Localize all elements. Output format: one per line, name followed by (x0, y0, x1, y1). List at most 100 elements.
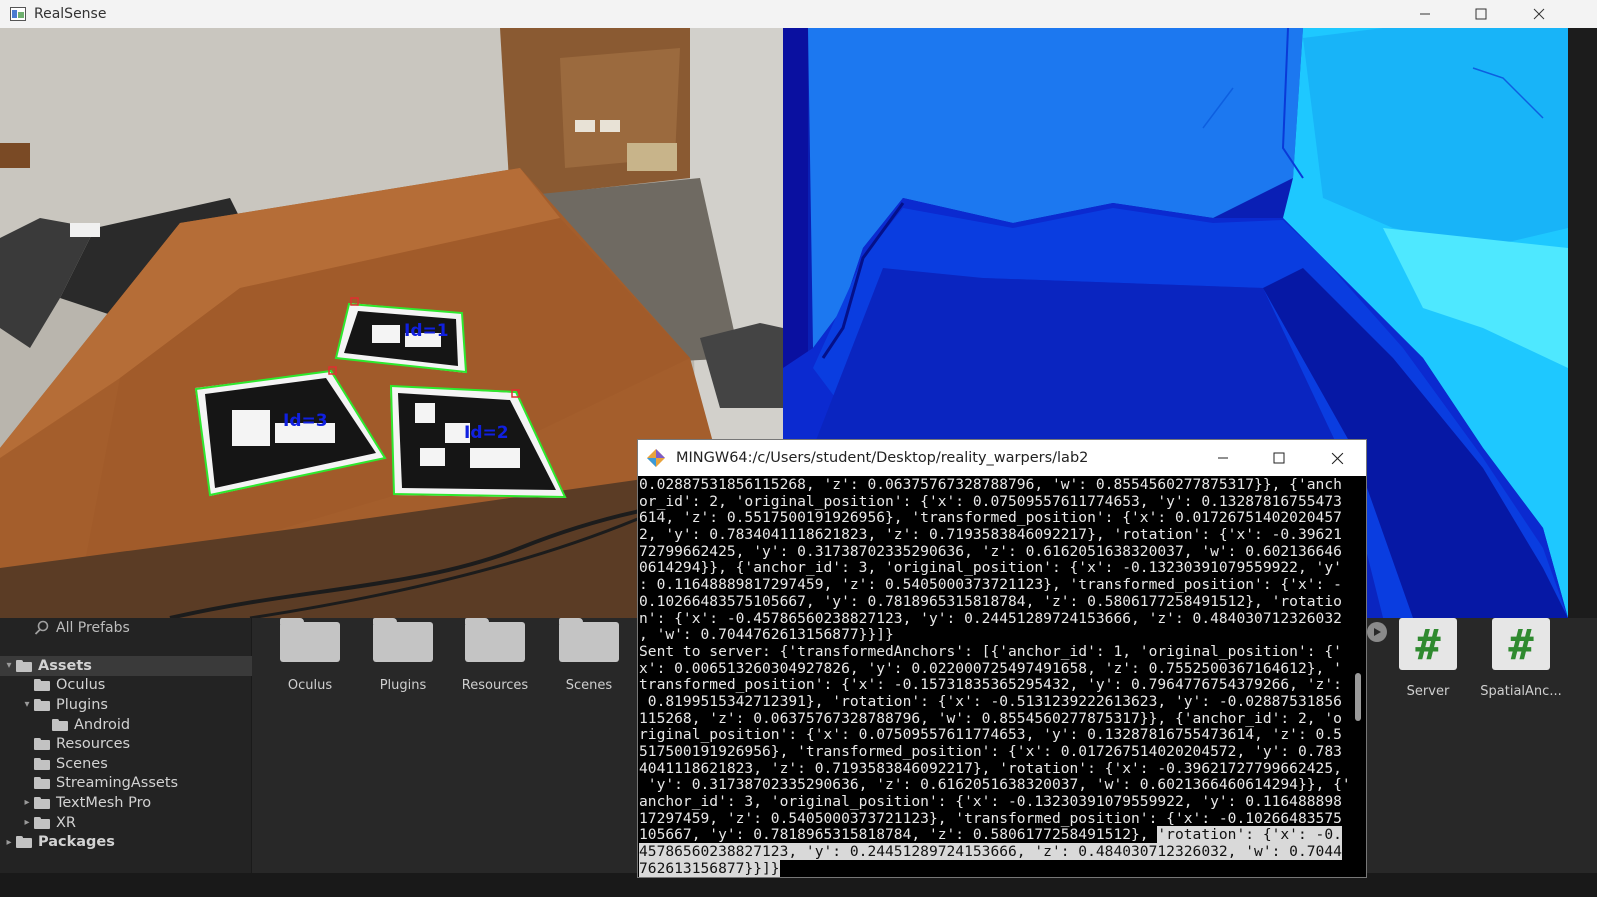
terminal-line: 'y': 0.31738702335290636, 'z': 0.6162051… (639, 777, 1347, 794)
tree-item-xr[interactable]: ▸ XR (0, 813, 252, 833)
terminal-line-text: 614, 'z': 0.5517500191926956}, 'transfor… (639, 509, 1342, 527)
terminal-title: MINGW64:/c/Users/student/Desktop/reality… (676, 450, 1089, 466)
expand-arrow-icon[interactable]: ▸ (20, 797, 34, 808)
expand-arrow-icon[interactable]: ▾ (20, 699, 34, 710)
terminal-line-text: : 0.11648889817297459, 'z': 0.5405000373… (639, 576, 1342, 594)
csharp-script-icon: # (1492, 618, 1550, 670)
folder-tree: ▾ Assets Oculus ▾ Plugins Android Resources Sce… (0, 656, 252, 852)
close-icon (1331, 452, 1343, 464)
terminal-line: 105667, 'y': 0.7818965315818784, 'z': 0.… (639, 826, 1347, 844)
window-title: RealSense (34, 6, 107, 22)
marker-label-2: Id=2 (464, 423, 509, 443)
terminal-window[interactable]: MINGW64:/c/Users/student/Desktop/reality… (637, 439, 1367, 878)
terminal-line-text: , 'w': 0.7044762613156877}}]} (639, 626, 894, 644)
tree-item-textmesh-pro[interactable]: ▸ TextMesh Pro (0, 793, 252, 813)
asset-script-spatialanc[interactable]: # SpatialAnc... (1476, 618, 1566, 699)
minimize-icon (1420, 13, 1430, 15)
terminal-minimize-button[interactable] (1200, 440, 1246, 476)
maximize-icon (1475, 8, 1487, 20)
asset-folder-oculus[interactable]: Oculus (265, 618, 355, 693)
asset-script-server[interactable]: # Server (1383, 618, 1473, 699)
tree-item-streamingassets[interactable]: StreamingAssets (0, 774, 252, 794)
selected-text[interactable]: 762613156877}}]} (639, 859, 780, 877)
asset-folder-scenes[interactable]: Scenes (544, 618, 634, 693)
tree-item-scenes[interactable]: Scenes (0, 754, 252, 774)
tree-item-android[interactable]: Android (0, 715, 252, 735)
tree-item-plugins[interactable]: ▾ Plugins (0, 695, 252, 715)
terminal-line: 0.10266483575105667, 'y': 0.781896531581… (639, 592, 1347, 611)
all-prefabs-item[interactable]: All Prefabs (34, 620, 130, 636)
terminal-line: 115268, 'z': 0.06375767328788796, 'w': 0… (639, 709, 1347, 728)
folder-icon (34, 738, 50, 751)
tree-item-label: XR (56, 814, 77, 831)
terminal-line-text: 2, 'y': 0.7834041118621823, 'z': 0.71935… (639, 526, 1342, 544)
folder-icon (373, 618, 433, 662)
terminal-line: 45786560238827123, 'y': 0.24451289724153… (639, 843, 1347, 861)
expand-arrow-icon[interactable]: ▸ (2, 837, 16, 848)
terminal-line-text: 517500191926956}, 'transformed_position'… (639, 743, 1342, 760)
terminal-line: 17297459, 'z': 0.5405000373721123}, 'tra… (639, 810, 1347, 828)
expand-arrow-icon[interactable]: ▾ (2, 660, 16, 671)
maximize-icon (1273, 452, 1285, 464)
folder-icon (52, 718, 68, 731)
tree-item-label: Plugins (56, 696, 108, 713)
selected-text[interactable]: 'rotation': {'x': -0. (1157, 826, 1342, 844)
terminal-line-text: 0.02887531856115268, 'z': 0.063757673287… (639, 477, 1342, 493)
folder-icon (559, 618, 619, 662)
tree-item-oculus[interactable]: Oculus (0, 676, 252, 696)
asset-folder-plugins[interactable]: Plugins (358, 618, 448, 693)
minimize-icon (1218, 457, 1228, 459)
terminal-line-text: n': {'x': -0.45786560238827123, 'y': 0.2… (639, 609, 1342, 627)
asset-folder-resources[interactable]: Resources (450, 618, 540, 693)
tree-item-label: Android (74, 716, 131, 733)
minimize-button[interactable] (1402, 0, 1448, 28)
terminal-line: n': {'x': -0.45786560238827123, 'y': 0.2… (639, 609, 1347, 628)
terminal-line-text: 0.10266483575105667, 'y': 0.781896531581… (639, 592, 1342, 610)
selected-text[interactable]: 45786560238827123, 'y': 0.24451289724153… (639, 843, 1342, 861)
tree-item-label: TextMesh Pro (56, 794, 152, 811)
folder-icon (280, 618, 340, 662)
terminal-line: , 'w': 0.7044762613156877}}]} (639, 626, 1347, 644)
expand-arrow-icon[interactable]: ▸ (20, 817, 34, 828)
all-prefabs-label: All Prefabs (56, 620, 130, 636)
terminal-line: 2, 'y': 0.7834041118621823, 'z': 0.71935… (639, 526, 1347, 544)
terminal-line: 4041118621823, 'z': 0.7193583846092217},… (639, 760, 1347, 778)
terminal-output[interactable]: 0.02887531856115268, 'z': 0.063757673287… (639, 477, 1347, 877)
scrollbar-thumb[interactable] (1355, 673, 1361, 721)
tree-item-assets[interactable]: ▾ Assets (0, 656, 252, 676)
maximize-button[interactable] (1458, 0, 1504, 28)
realsense-title-bar[interactable]: RealSense (0, 0, 1597, 28)
marker-label-1: Id=1 (404, 321, 449, 341)
tree-item-label: Assets (38, 657, 92, 674)
tree-item-label: StreamingAssets (56, 775, 179, 792)
close-button[interactable] (1516, 0, 1562, 28)
terminal-close-button[interactable] (1314, 440, 1360, 476)
terminal-title-bar[interactable]: MINGW64:/c/Users/student/Desktop/reality… (638, 440, 1366, 476)
terminal-line: 0614294}}, {'anchor_id': 3, 'original_po… (639, 560, 1347, 577)
terminal-line: x': 0.006513260304927826, 'y': 0.0220007… (639, 660, 1347, 678)
git-bash-icon (647, 449, 665, 467)
search-icon (34, 620, 49, 635)
terminal-line-text: 105667, 'y': 0.7818965315818784, 'z': 0.… (639, 826, 1158, 844)
terminal-line: 0.8199515342712391}, 'rotation': {'x': -… (639, 692, 1347, 711)
terminal-line: Sent to server: {'transformedAnchors': [… (639, 643, 1347, 661)
terminal-line-text: anchor_id': 3, 'original_position': {'x'… (639, 793, 1342, 811)
terminal-line: 72799662425, 'y': 0.31738702335290636, '… (639, 543, 1347, 561)
terminal-line-text: 115268, 'z': 0.06375767328788796, 'w': 0… (639, 709, 1342, 727)
tree-item-resources[interactable]: Resources (0, 734, 252, 754)
folder-icon (16, 836, 32, 849)
asset-label: SpatialAnc... (1480, 684, 1562, 699)
folder-icon (465, 618, 525, 662)
folder-icon (34, 679, 50, 692)
tree-item-label: Packages (38, 834, 115, 851)
asset-label: Oculus (287, 678, 333, 693)
terminal-line: riginal_position': {'x': 0.0750955761177… (639, 726, 1347, 744)
terminal-maximize-button[interactable] (1256, 440, 1302, 476)
tree-item-label: Oculus (56, 677, 106, 694)
terminal-line-text: 0.8199515342712391}, 'rotation': {'x': -… (639, 692, 1342, 710)
terminal-scrollbar[interactable] (1350, 477, 1366, 877)
terminal-line: : 0.11648889817297459, 'z': 0.5405000373… (639, 576, 1347, 594)
asset-label: Plugins (379, 678, 427, 693)
tree-item-packages[interactable]: ▸ Packages (0, 832, 252, 852)
terminal-line-text: riginal_position': {'x': 0.0750955761177… (639, 726, 1342, 744)
